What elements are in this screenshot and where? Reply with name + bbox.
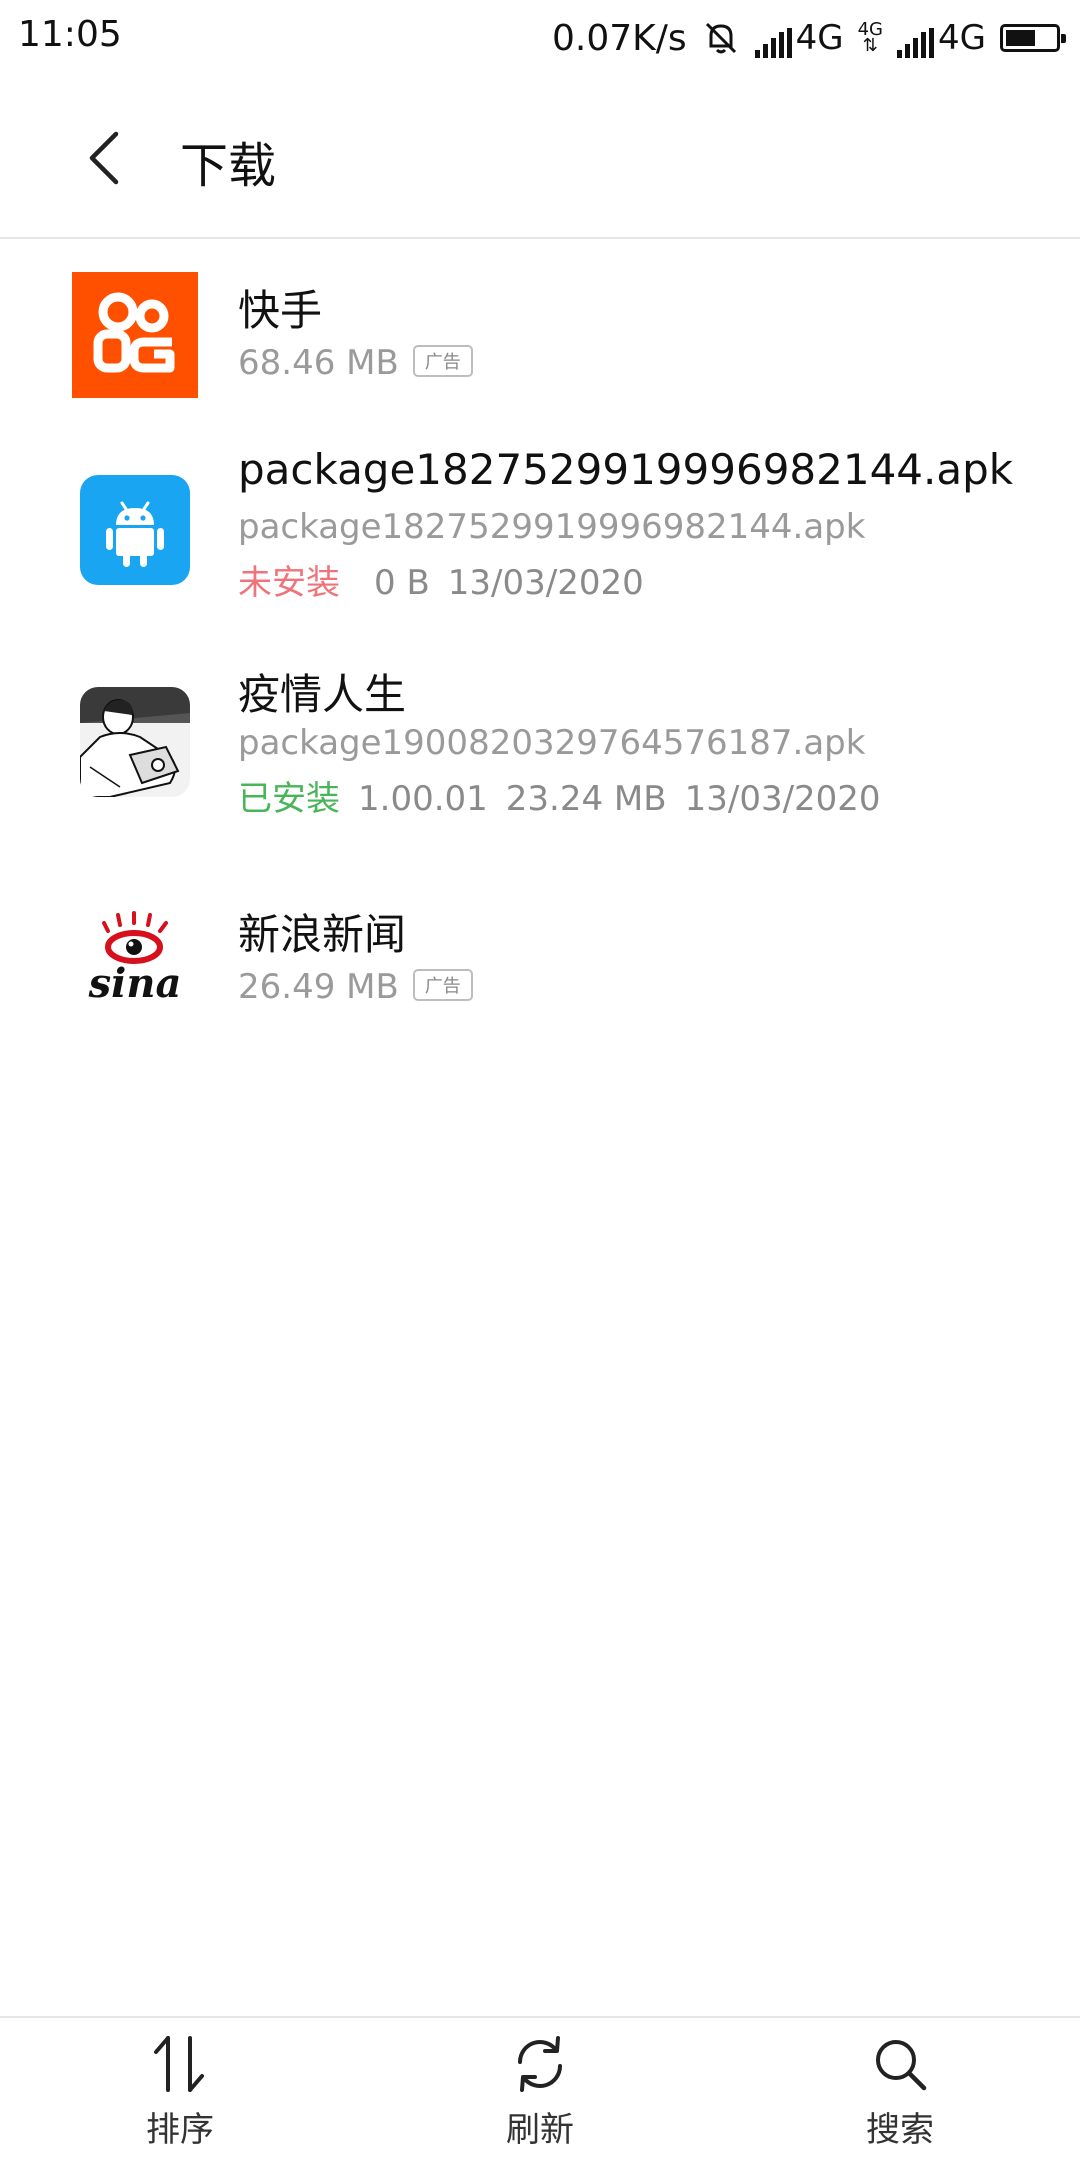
ad-badge: 广告 (412, 344, 473, 377)
list-item[interactable]: 快手 68.46 MB 广告 (0, 239, 1080, 429)
status-time: 11:05 (18, 14, 122, 55)
app-name: 疫情人生 (238, 670, 407, 719)
search-button[interactable]: 搜索 (720, 2018, 1080, 2160)
battery-level (1006, 30, 1035, 46)
sina-app-icon: sina (76, 901, 194, 1019)
list-item[interactable]: sina 新浪新闻 26.49 MB 广告 (0, 861, 1080, 1051)
signal-bars-icon (754, 28, 792, 58)
download-list: 快手 68.46 MB 广告 package1827529919996982144… (0, 239, 1080, 1051)
kuaishou-app-icon (72, 272, 198, 398)
network-speed: 0.07K/s (551, 17, 687, 59)
search-label: 搜索 (866, 2110, 934, 2150)
app-size: 68.46 MB 广告 (238, 343, 473, 383)
install-status: 已安装 (238, 779, 340, 819)
battery-icon (1000, 24, 1066, 52)
status-indicators: 0.07K/s 4G 4G ⇅ 4G (551, 14, 1066, 62)
app-meta: 已安装 1.00.01 23.24 MB 13/03/2020 (238, 771, 881, 820)
size-text: 68.46 MB (238, 343, 399, 383)
app-name: 快手 (238, 286, 323, 335)
size-text: 26.49 MB (238, 967, 399, 1007)
sina-logo-text: sina (88, 960, 182, 1007)
list-item[interactable]: 疫情人生 package1900820329764576187.apk 已安装 1… (0, 645, 1080, 861)
android-app-icon (80, 475, 190, 585)
app-name: package1827529919996982144.apk (238, 445, 1014, 494)
signal-bars-icon (897, 28, 935, 58)
signal-2: 4G (897, 18, 986, 58)
network-type: 4G (795, 18, 844, 58)
refresh-label: 刷新 (506, 2110, 574, 2150)
sort-button[interactable]: 排序 (0, 2018, 360, 2160)
signal-1: 4G (754, 18, 844, 58)
version-text: 1.00.01 (358, 779, 488, 819)
sort-icon (154, 2036, 204, 2092)
list-item[interactable]: package1827529919996982144.apk package18… (0, 429, 1080, 645)
mute-bell-icon (705, 22, 736, 54)
sort-label: 排序 (146, 2110, 214, 2150)
app-meta: 未安装 0 B 13/03/2020 (238, 555, 644, 604)
refresh-button[interactable]: 刷新 (360, 2018, 720, 2160)
app-name: 新浪新闻 (238, 910, 407, 959)
ad-badge: 广告 (412, 968, 473, 1001)
status-bar: 11:05 0.07K/s 4G 4G ⇅ 4G (0, 0, 1080, 76)
network-type: 4G (938, 18, 986, 58)
install-status: 未安装 (238, 563, 340, 603)
app-header: 下载 (0, 76, 1080, 239)
file-name: package1827529919996982144.apk (238, 507, 866, 547)
bottom-action-bar: 排序 刷新 搜索 (0, 2016, 1080, 2160)
back-arrow-icon[interactable] (78, 126, 134, 190)
date-text: 13/03/2020 (684, 779, 881, 819)
data-activity-icon: 4G ⇅ (857, 19, 884, 56)
refresh-icon (518, 2036, 562, 2092)
size-text: 23.24 MB (505, 779, 667, 819)
page-title: 下载 (180, 138, 277, 194)
file-name: package1900820329764576187.apk (238, 723, 866, 763)
game-app-icon (80, 687, 190, 797)
size-text: 0 B (374, 563, 430, 603)
date-text: 13/03/2020 (447, 563, 644, 603)
app-size: 26.49 MB 广告 (238, 967, 473, 1007)
search-icon (876, 2040, 927, 2091)
